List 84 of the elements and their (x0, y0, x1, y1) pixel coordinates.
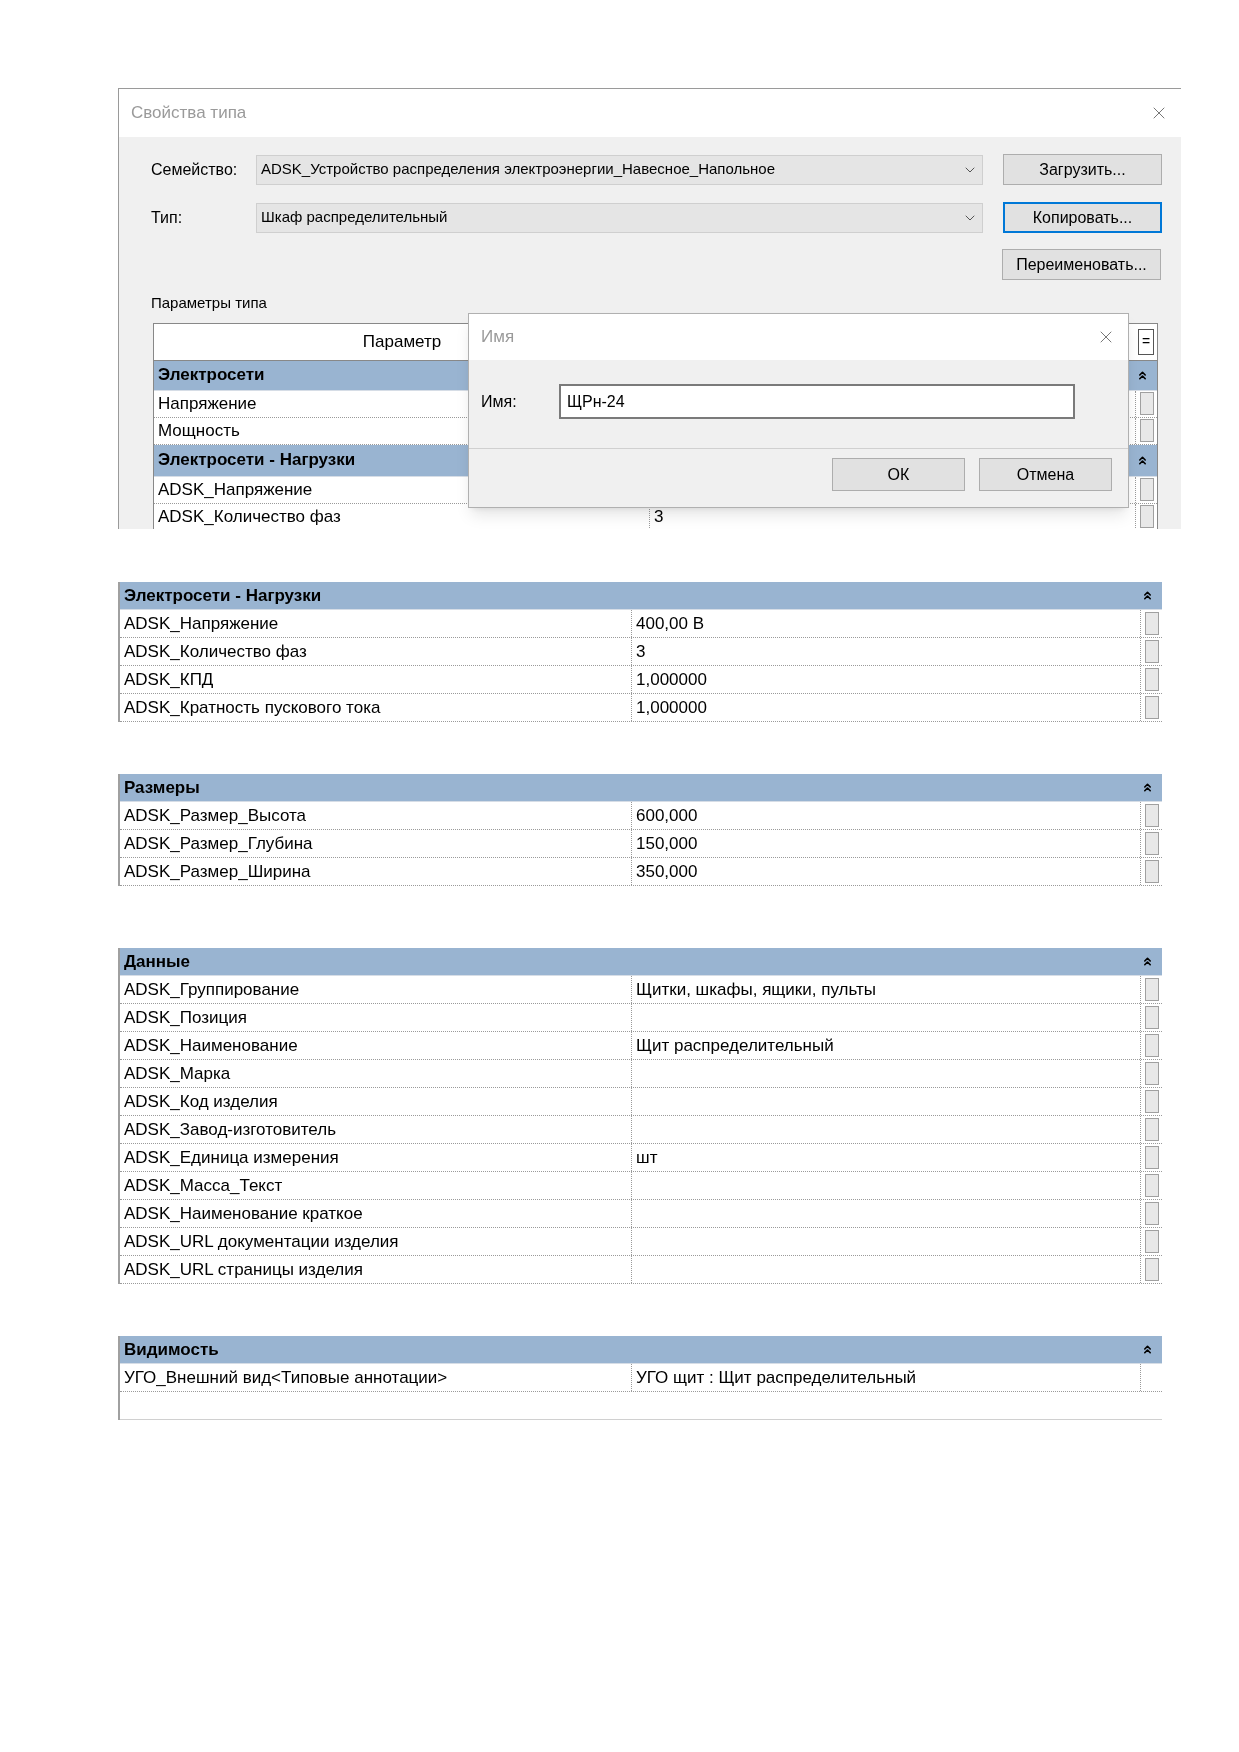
parameter-cell: УГО_Внешний вид<Типовые аннотации> (120, 1364, 632, 1391)
parameter-cell: ADSK_Наименование краткое (120, 1200, 632, 1227)
collapse-icon[interactable] (1136, 453, 1149, 467)
name-label: Имя: (481, 391, 518, 412)
parameter-cell: ADSK_Группирование (120, 976, 632, 1003)
parameter-button[interactable] (1144, 1006, 1159, 1029)
value-cell-text: 3 (653, 505, 665, 528)
parameter-button[interactable] (1144, 612, 1159, 635)
parameter-cell: ADSK_Единица измерения (120, 1144, 632, 1171)
parameter-button[interactable] (1144, 1090, 1159, 1113)
parameter-cell: ADSK_Напряжение (120, 610, 632, 637)
group-title: Видимость (124, 1338, 220, 1361)
section-label: Параметры типа (151, 293, 268, 313)
parameter-cell: ADSK_URL документации изделия (120, 1228, 632, 1255)
parameter-cell: ADSK_Марка (120, 1060, 632, 1087)
parameter-cell: ADSK_Размер_Высота (120, 802, 632, 829)
parameter-cell: ADSK_Завод-изготовитель (120, 1116, 632, 1143)
dialog-button[interactable]: Отмена (979, 458, 1112, 491)
parameter-button[interactable] (1139, 392, 1154, 415)
group-title: Электросети - Нагрузки (124, 584, 323, 607)
group-header[interactable]: Видимость (120, 1336, 1162, 1364)
value-cell-text: Щит распределительный (635, 1034, 835, 1057)
type-label: Тип: (151, 207, 184, 228)
parameter-cell: ADSK_Кратность пускового тока (120, 694, 632, 721)
collapse-icon[interactable] (1141, 781, 1154, 794)
parameter-button[interactable] (1144, 804, 1159, 827)
group-header[interactable]: Размеры (120, 774, 1162, 802)
dialog-title: Имя (481, 326, 516, 349)
parameter-button[interactable] (1139, 505, 1154, 528)
dialog-button[interactable]: Копировать... (1003, 202, 1162, 233)
group-header[interactable]: Данные (120, 948, 1162, 976)
parameter-button[interactable] (1144, 1258, 1159, 1281)
parameter-button[interactable] (1144, 1174, 1159, 1197)
parameter-button[interactable] (1139, 478, 1154, 501)
header-button[interactable]: = (1138, 328, 1154, 355)
value-cell-text: 1,000000 (635, 696, 708, 719)
collapse-icon[interactable] (1141, 1343, 1154, 1356)
value-cell-text: 1,000000 (635, 668, 708, 691)
parameter-button[interactable] (1144, 1202, 1159, 1225)
collapse-icon[interactable] (1136, 368, 1149, 382)
parameter-button[interactable] (1144, 668, 1159, 691)
group-title: Электросети (158, 364, 266, 387)
parameter-button[interactable] (1144, 1146, 1159, 1169)
parameter-button[interactable] (1144, 832, 1159, 855)
type-dropdown[interactable]: Шкаф распределительный (256, 202, 983, 233)
parameter-cell: ADSK_Количество фаз (120, 638, 632, 665)
parameter-cell: ADSK_URL страницы изделия (120, 1256, 632, 1283)
parameter-button[interactable] (1144, 860, 1159, 883)
value-cell-text: УГО щит : Щит распределительный (635, 1366, 918, 1389)
group-header[interactable]: Электросети - Нагрузки (120, 582, 1162, 610)
parameter-cell: ADSK_Наименование (120, 1032, 632, 1059)
value-cell-text: 3 (635, 640, 647, 663)
collapse-icon[interactable] (1141, 589, 1154, 602)
parameter-button[interactable] (1144, 1230, 1159, 1253)
parameter-cell: ADSK_Масса_Текст (120, 1172, 632, 1199)
parameter-button[interactable] (1144, 696, 1159, 719)
dialog-button[interactable]: Загрузить... (1003, 154, 1162, 185)
value-cell-text: Щитки, шкафы, ящики, пульты (635, 978, 877, 1001)
parameter-cell: ADSK_Позиция (120, 1004, 632, 1031)
name-input[interactable]: ЩРн-24 (559, 384, 1075, 419)
value-cell-text: 150,000 (635, 832, 699, 855)
value-cell-text: 600,000 (635, 804, 699, 827)
value-cell-text: 400,00 В (635, 612, 706, 635)
group-title: Размеры (124, 776, 201, 799)
group-title: Электросети - Нагрузки (158, 449, 357, 472)
parameter-cell: ADSK_Код изделия (120, 1088, 632, 1115)
value-cell-text: 350,000 (635, 860, 699, 883)
parameter-button[interactable] (1144, 978, 1159, 1001)
parameter-button[interactable] (1144, 1062, 1159, 1085)
group-title: Данные (124, 950, 192, 973)
window-title: Свойства типа (131, 102, 248, 125)
parameter-cell: ADSK_КПД (120, 666, 632, 693)
parameter-cell: ADSK_Размер_Ширина (120, 858, 632, 885)
family-label: Семейство: (151, 159, 239, 180)
parameter-button[interactable] (1139, 419, 1154, 442)
parameter-button[interactable] (1144, 1118, 1159, 1141)
collapse-icon[interactable] (1141, 955, 1154, 968)
dialog-button[interactable]: ОК (832, 458, 965, 491)
parameter-button[interactable] (1144, 640, 1159, 663)
dialog-button[interactable]: Переименовать... (1002, 249, 1161, 280)
family-dropdown[interactable]: ADSK_Устройство распределения электроэнергии_Навесное_Напольное (256, 154, 983, 185)
value-cell-text: шт (635, 1146, 659, 1169)
parameter-button[interactable] (1144, 1034, 1159, 1057)
parameter-cell: ADSK_Размер_Глубина (120, 830, 632, 857)
